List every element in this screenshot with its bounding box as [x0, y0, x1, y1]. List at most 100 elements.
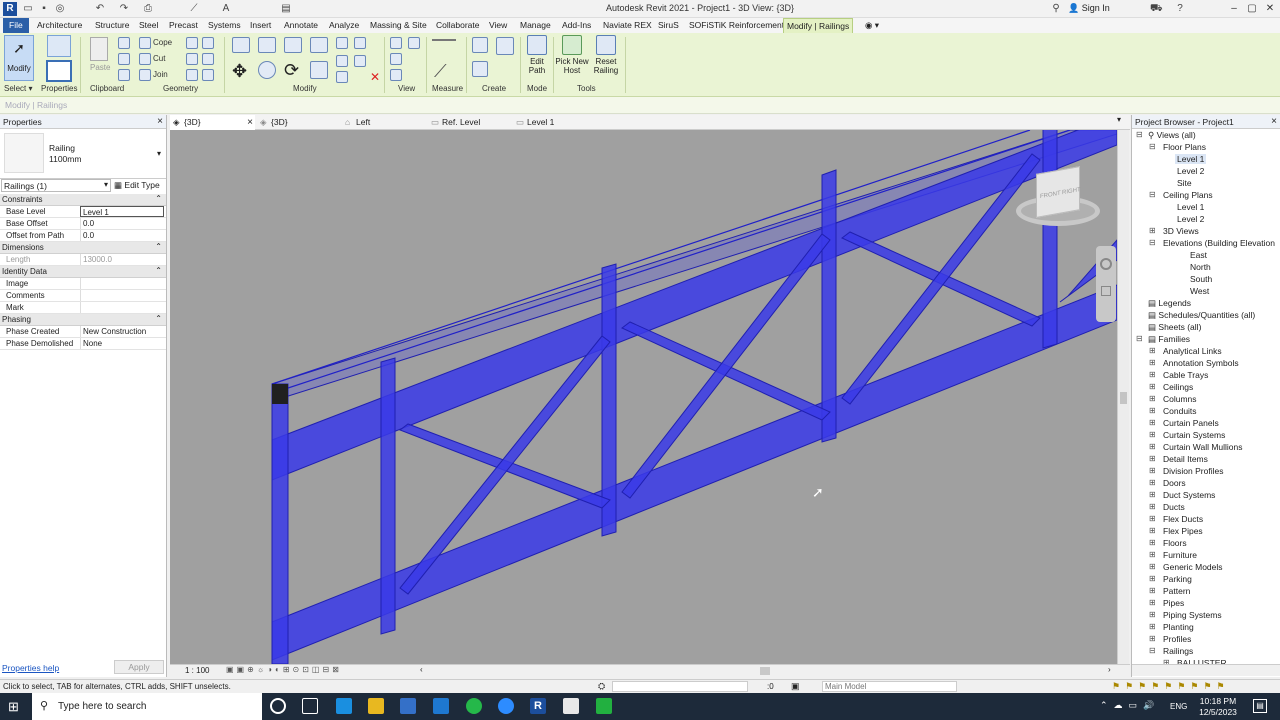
properties-icon[interactable]: [47, 35, 71, 57]
tab-manage[interactable]: Manage: [517, 18, 554, 33]
pin-icon[interactable]: [336, 71, 348, 83]
cut-clipboard-icon[interactable]: [118, 37, 130, 49]
tree-family-item[interactable]: Generic Models: [1163, 562, 1223, 572]
expand-icon[interactable]: ⊞: [1149, 346, 1156, 355]
mirror-pick-axis-icon[interactable]: [284, 37, 302, 53]
3d-viewport[interactable]: FRONT RIGHT ➚: [170, 130, 1117, 664]
tab-add-ins[interactable]: Add-Ins: [559, 18, 594, 33]
expand-icon[interactable]: ⊞: [1149, 610, 1156, 619]
tab-modify-railings[interactable]: Modify | Railings: [783, 18, 854, 33]
view-control-icons[interactable]: ▣▣⊕☼◑◐⊞⊙⊡◫⊟⊠: [226, 665, 342, 674]
expand-icon[interactable]: ⊞: [1149, 634, 1156, 643]
sync-icon[interactable]: ◎: [54, 3, 66, 15]
notifications-icon[interactable]: ▤: [1253, 699, 1267, 713]
sign-in-link[interactable]: 👤 Sign In: [1068, 3, 1110, 14]
viewport-scrollbar[interactable]: [1117, 130, 1129, 664]
tree-north[interactable]: North: [1190, 262, 1211, 272]
tree-family-item[interactable]: Detail Items: [1163, 454, 1208, 464]
tab-architecture[interactable]: Architecture: [34, 18, 85, 33]
expand-icon[interactable]: ⊞: [1149, 514, 1156, 523]
help-icon[interactable]: ?: [1174, 3, 1186, 15]
tree-3d-views[interactable]: 3D Views: [1163, 226, 1199, 236]
offset-icon[interactable]: [258, 37, 276, 53]
language-indicator[interactable]: ENG: [1170, 702, 1187, 711]
scroll-left-icon[interactable]: ‹: [420, 665, 423, 674]
main-model-select[interactable]: Main Model: [822, 681, 957, 692]
rotate-icon[interactable]: ⟳: [284, 60, 299, 80]
properties-help-link[interactable]: Properties help: [2, 663, 59, 673]
mark-field[interactable]: [80, 302, 164, 313]
cortana-icon[interactable]: [270, 698, 286, 714]
revit-logo-icon[interactable]: R: [3, 2, 17, 16]
type-properties-icon[interactable]: [46, 60, 72, 82]
expand-icon[interactable]: ⊞: [1149, 442, 1156, 451]
group-identity-data[interactable]: Identity Data ⌃: [0, 266, 166, 278]
viewcube-right[interactable]: RIGHT: [1062, 187, 1081, 196]
split-icon[interactable]: [336, 37, 348, 49]
apply-button[interactable]: Apply: [114, 660, 164, 674]
copy-element-icon[interactable]: [258, 61, 276, 79]
tree-cp-level-2[interactable]: Level 2: [1177, 214, 1204, 224]
tree-schedules[interactable]: ▤ Schedules/Quantities (all): [1148, 310, 1255, 321]
tree-family-item[interactable]: Division Profiles: [1163, 466, 1223, 476]
tree-south[interactable]: South: [1190, 274, 1212, 284]
view-scale[interactable]: 1 : 100: [185, 666, 209, 675]
tab-precast[interactable]: Precast: [166, 18, 201, 33]
tree-east[interactable]: East: [1190, 250, 1207, 260]
workset-select[interactable]: [612, 681, 748, 692]
group-constraints[interactable]: Constraints ⌃: [0, 194, 166, 206]
trim-extend-icon[interactable]: [310, 61, 328, 79]
browser-h-scrollbar[interactable]: [1132, 664, 1280, 676]
cut-label[interactable]: Cut: [153, 54, 165, 63]
type-selector[interactable]: Railing 1100mm ▾: [0, 129, 166, 179]
open-icon[interactable]: ▭: [22, 3, 34, 15]
cope-label[interactable]: Cope: [153, 38, 172, 47]
design-options-icon[interactable]: ▣: [791, 681, 800, 692]
paint-icon[interactable]: [202, 69, 214, 81]
tree-floor-plans[interactable]: Floor Plans: [1163, 142, 1206, 152]
minimize-button[interactable]: –: [1225, 2, 1243, 16]
expand-icon[interactable]: ⊞: [1149, 538, 1156, 547]
expand-icon[interactable]: ⊞: [1149, 466, 1156, 475]
tree-family-item[interactable]: Doors: [1163, 478, 1186, 488]
tab-collaborate[interactable]: Collaborate: [433, 18, 482, 33]
view-tab-level-1[interactable]: ▭ Level 1: [513, 115, 598, 130]
expand-icon[interactable]: ⊞: [1149, 622, 1156, 631]
chevron-down-icon[interactable]: ▾: [157, 149, 161, 158]
tab-sirus[interactable]: SiruS: [655, 18, 682, 33]
scroll-right-icon[interactable]: ›: [1108, 665, 1111, 674]
undo-icon[interactable]: ↶: [94, 3, 106, 15]
tree-west[interactable]: West: [1190, 286, 1209, 296]
expand-icon[interactable]: ⊞: [1149, 454, 1156, 463]
phase-created-field[interactable]: New Construction: [80, 326, 164, 337]
tree-family-item[interactable]: Columns: [1163, 394, 1197, 404]
close-icon[interactable]: ×: [247, 115, 253, 130]
tree-family-item[interactable]: Flex Ducts: [1163, 514, 1203, 524]
tree-fp-level-1[interactable]: Level 1: [1175, 154, 1207, 164]
selection-filter-icons[interactable]: ⚑⚑⚑⚑⚑⚑⚑⚑⚑: [1112, 681, 1230, 692]
tree-family-item[interactable]: Curtain Wall Mullions: [1163, 442, 1243, 452]
expand-icon[interactable]: ⊞: [1149, 382, 1156, 391]
view-tab-3d-secondary[interactable]: ◈ {3D}: [257, 115, 342, 130]
close-button[interactable]: ✕: [1261, 2, 1279, 16]
group-dimensions[interactable]: Dimensions ⌃: [0, 242, 166, 254]
view-tab-ref-level[interactable]: ▭ Ref. Level: [428, 115, 513, 130]
cope-icon[interactable]: [139, 37, 151, 49]
tree-family-item[interactable]: Furniture: [1163, 550, 1197, 560]
tree-family-item[interactable]: Pipes: [1163, 598, 1184, 608]
tree-family-item[interactable]: Railings: [1163, 646, 1193, 656]
scroll-thumb[interactable]: [1120, 392, 1127, 404]
reset-railing-button[interactable]: Reset Railing: [590, 35, 622, 75]
array-icon[interactable]: [336, 55, 348, 67]
base-offset-field[interactable]: 0.0: [80, 218, 164, 229]
tab-menu-icon[interactable]: ▾: [1117, 115, 1121, 124]
expand-icon[interactable]: ⊞: [1149, 598, 1156, 607]
tree-fp-level-2[interactable]: Level 2: [1177, 166, 1204, 176]
tree-family-item[interactable]: Piping Systems: [1163, 610, 1222, 620]
tree-family-item[interactable]: Analytical Links: [1163, 346, 1222, 356]
tree-views-all[interactable]: ⚲ Views (all): [1148, 130, 1196, 141]
base-level-field[interactable]: Level 1: [80, 206, 164, 217]
tree-elevations[interactable]: Elevations (Building Elevation: [1163, 238, 1275, 248]
image-field[interactable]: [80, 278, 164, 289]
system-tray-icons[interactable]: ⌃☁▭🔊: [1100, 700, 1160, 711]
